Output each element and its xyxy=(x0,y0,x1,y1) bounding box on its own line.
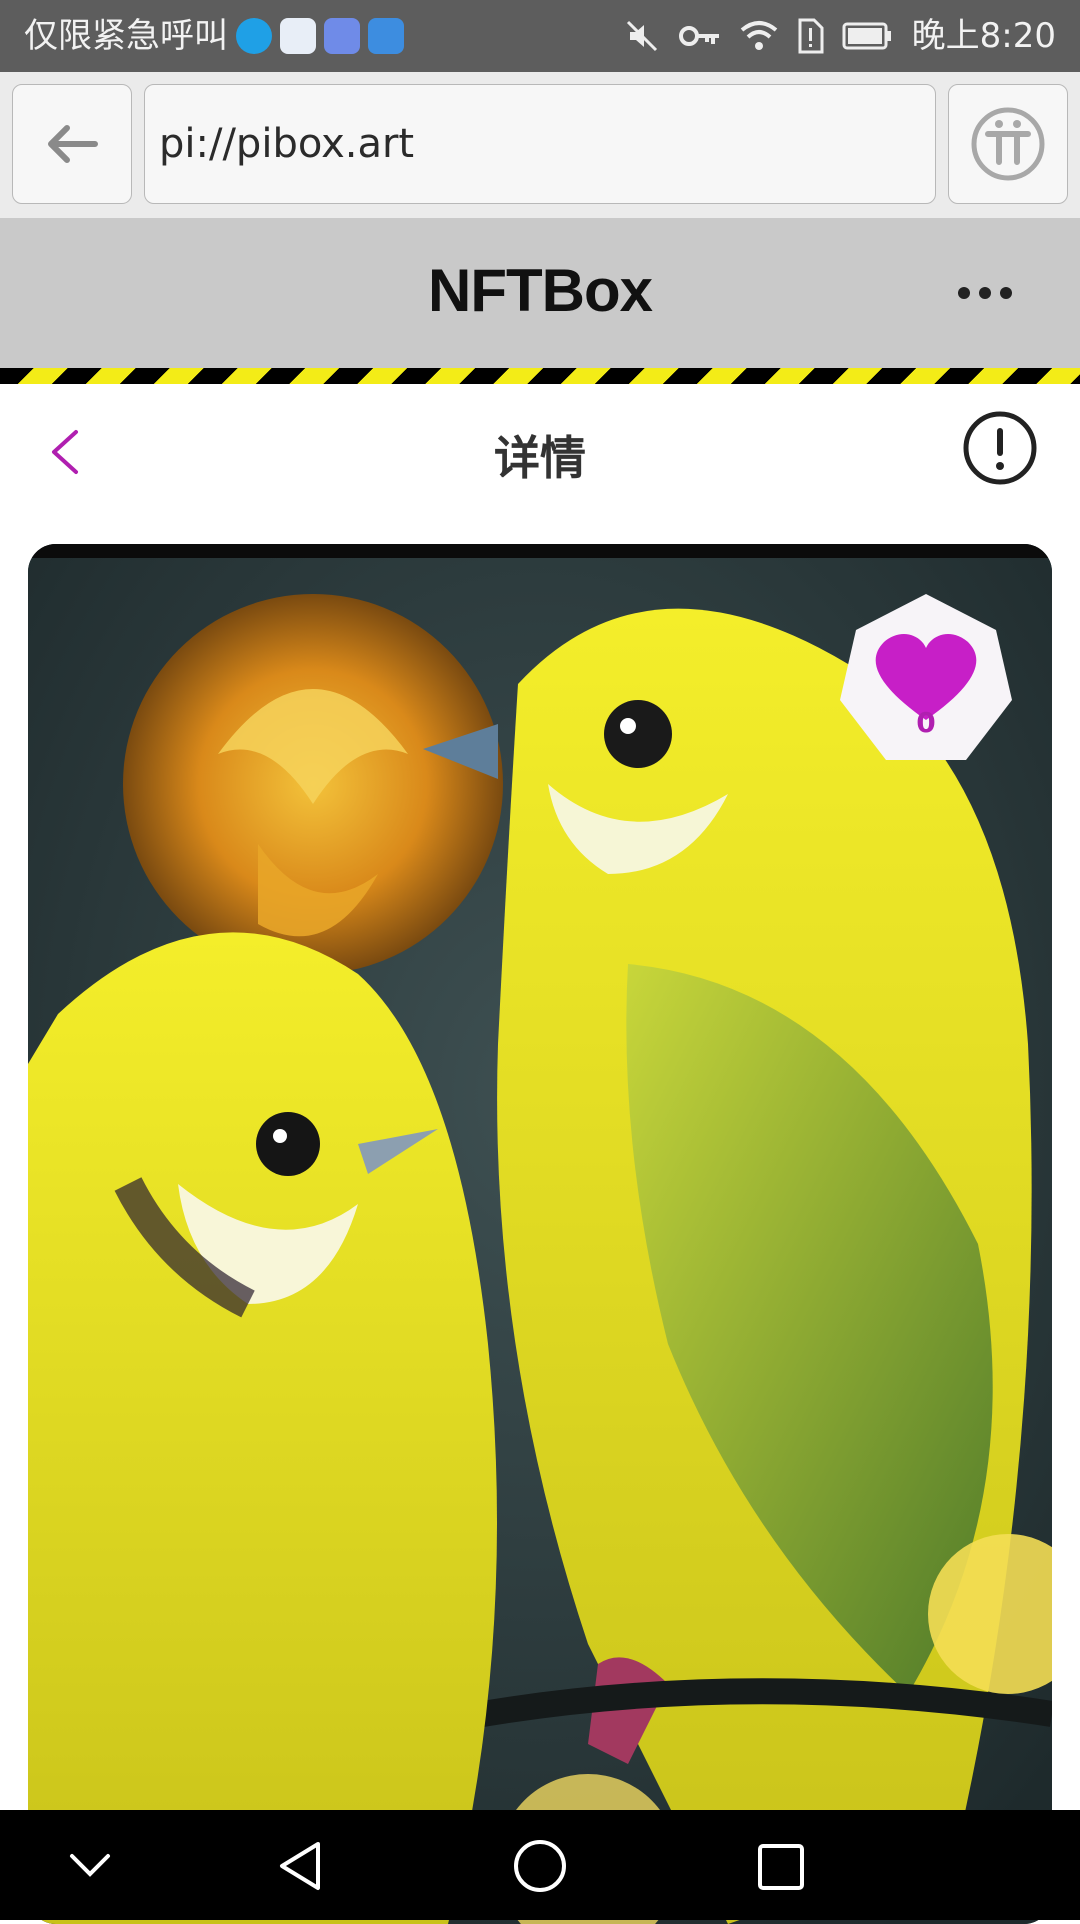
app-icon xyxy=(280,18,316,54)
url-field[interactable]: pi://pibox.art xyxy=(144,84,936,204)
page-title: 详情 xyxy=(494,431,586,485)
key-icon xyxy=(678,26,719,46)
music-icon xyxy=(324,18,360,54)
more-dots-icon xyxy=(958,287,1012,299)
system-nav-bar xyxy=(0,1810,1080,1920)
status-bar: 仅限紧急呼叫 晚上8:20 xyxy=(0,0,1080,72)
clock: 晚上8:20 xyxy=(911,16,1056,56)
status-left: 仅限紧急呼叫 xyxy=(24,12,404,60)
arrow-left-icon xyxy=(48,125,98,163)
info-exclamation-icon xyxy=(963,411,1037,485)
browser-toolbar: pi://pibox.art xyxy=(0,72,1080,220)
like-count: 0 xyxy=(916,706,936,739)
hazard-stripe xyxy=(0,368,1080,384)
status-right: 晚上8:20 xyxy=(624,12,1056,60)
wifi-icon xyxy=(740,21,777,50)
like-badge-bg xyxy=(840,594,1012,760)
browser-icon xyxy=(368,18,404,54)
mute-icon xyxy=(626,20,657,52)
back-triangle-icon[interactable] xyxy=(274,1838,326,1894)
sim-alert-icon xyxy=(798,18,824,54)
browser-back-button[interactable] xyxy=(12,84,132,204)
home-circle-icon[interactable] xyxy=(510,1838,570,1894)
recents-square-icon[interactable] xyxy=(756,1842,806,1892)
pi-browser-button[interactable] xyxy=(948,84,1068,204)
weibo-icon xyxy=(236,18,272,54)
detail-nav-bar: 详情 xyxy=(0,384,1080,534)
chevron-down-icon[interactable] xyxy=(68,1844,112,1884)
more-button[interactable] xyxy=(950,268,1020,318)
report-button[interactable] xyxy=(962,410,1038,486)
like-button[interactable] xyxy=(836,590,1016,770)
carrier-text: 仅限紧急呼叫 xyxy=(24,16,228,56)
pi-logo-icon xyxy=(971,107,1045,181)
app-header: NFTBox xyxy=(0,218,1080,368)
app-title: NFTBox xyxy=(428,257,653,324)
battery-icon xyxy=(842,22,891,50)
url-text: pi://pibox.art xyxy=(159,121,415,167)
